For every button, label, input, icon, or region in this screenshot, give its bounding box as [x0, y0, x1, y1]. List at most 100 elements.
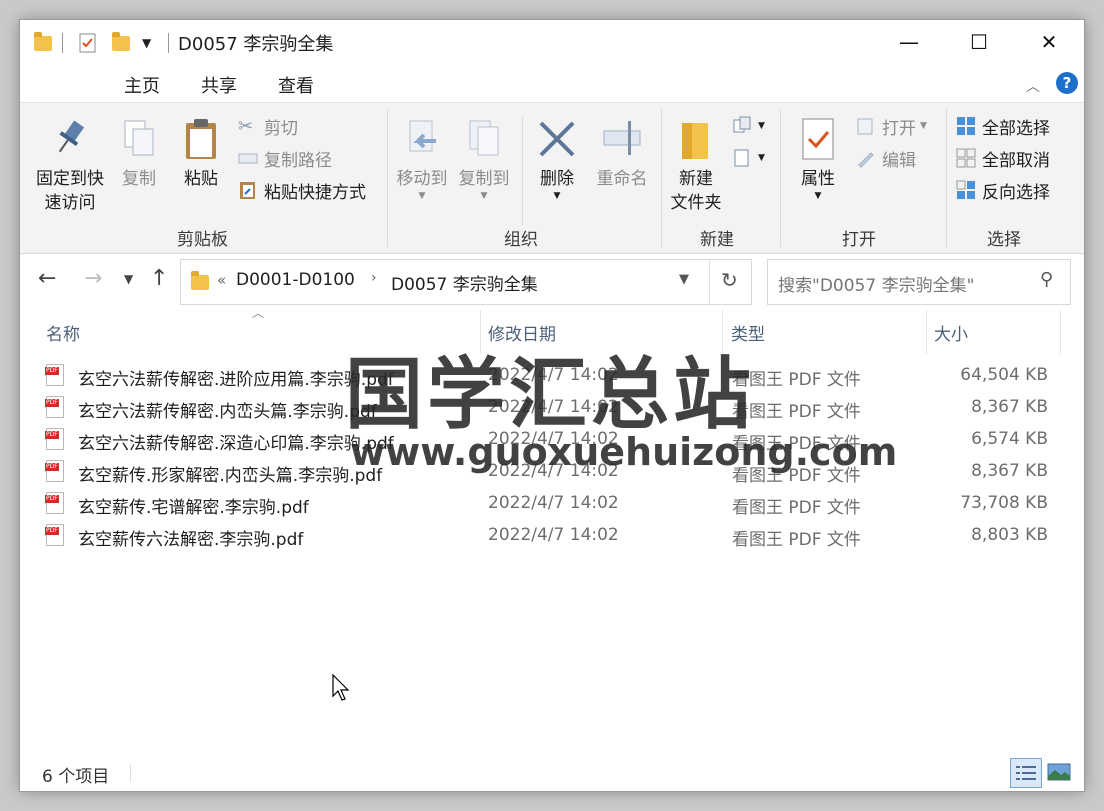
divider: [946, 109, 947, 247]
new-item-button[interactable]: ▼: [732, 113, 765, 139]
copy-button[interactable]: 复制: [114, 117, 164, 191]
new-folder-icon: [676, 117, 716, 163]
breadcrumb-item-current[interactable]: D0057 李宗驹全集: [391, 270, 538, 295]
pdf-file-icon: [45, 364, 64, 386]
back-arrow-icon[interactable]: ←: [38, 266, 56, 291]
tab-home[interactable]: 主页: [124, 72, 160, 98]
move-to-icon: [402, 117, 442, 163]
open-icon: [856, 116, 876, 136]
forward-arrow-icon[interactable]: →: [84, 266, 102, 291]
new-folder-quick-icon[interactable]: [112, 31, 130, 54]
divider: [522, 117, 523, 225]
breadcrumb-chevron-icon: ›: [371, 270, 377, 286]
large-icons-view-icon[interactable]: [1044, 758, 1074, 786]
copy-path-label: 复制路径: [264, 150, 332, 171]
move-to-button[interactable]: 移动到 ▼: [394, 117, 450, 201]
paste-shortcut-label: 粘贴快捷方式: [264, 182, 366, 203]
properties-button[interactable]: 属性 ▼: [790, 117, 846, 201]
file-date: 2022/4/7 14:02: [488, 493, 619, 513]
search-icon[interactable]: ⚲: [1040, 269, 1053, 290]
file-name: 玄空薪传.宅谱解密.李宗驹.pdf: [78, 498, 309, 518]
easy-access-button[interactable]: ▼: [732, 145, 765, 171]
rename-button[interactable]: 重命名: [590, 117, 654, 191]
dropdown-chevron-icon: ▼: [553, 191, 561, 201]
paste-shortcut-button[interactable]: 粘贴快捷方式: [238, 177, 366, 203]
file-size: 73,708 KB: [960, 493, 1048, 513]
column-header-name[interactable]: 名称: [46, 320, 80, 345]
file-name: 玄空薪传.形家解密.内峦头篇.李宗驹.pdf: [78, 466, 383, 486]
explorer-window: ▼ D0057 李宗驹全集 — ☐ ✕ 主页 共享 查看 ︿ ? 固定到快 速访…: [20, 20, 1084, 791]
ribbon-tabs: 主页 共享 查看 ︿ ?: [20, 64, 1084, 102]
dropdown-chevron-icon: ▼: [758, 121, 765, 131]
divider[interactable]: [1060, 310, 1061, 354]
delete-button[interactable]: 删除 ▼: [532, 117, 582, 201]
paste-label: 粘贴: [184, 169, 218, 189]
copy-path-button[interactable]: 复制路径: [238, 145, 332, 171]
address-history-chevron-icon[interactable]: ▼: [679, 272, 689, 287]
breadcrumb-overflow[interactable]: «: [217, 271, 226, 289]
tab-share[interactable]: 共享: [201, 72, 237, 98]
close-button[interactable]: ✕: [1014, 20, 1084, 64]
edit-button[interactable]: 编辑: [856, 145, 916, 171]
address-folder-icon: [191, 271, 209, 290]
select-none-icon: [956, 148, 976, 168]
file-date: 2022/4/7 14:02: [488, 525, 619, 545]
breadcrumb-item-parent[interactable]: D0001-D0100: [236, 270, 355, 290]
search-box[interactable]: 搜索"D0057 李宗驹全集" ⚲: [767, 259, 1071, 305]
easy-access-icon: [732, 148, 752, 168]
delete-x-icon: [537, 117, 577, 163]
refresh-icon[interactable]: ↻: [721, 268, 738, 292]
rename-label: 重命名: [596, 169, 648, 189]
divider: [168, 33, 169, 53]
cut-button[interactable]: ✂ 剪切: [238, 113, 298, 139]
navigation-bar: ← → ▼ ↑ « D0001-D0100 › D0057 李宗驹全集 ▼ ↻ …: [20, 254, 1084, 308]
pin-quick-access-button[interactable]: 固定到快 速访问: [30, 117, 110, 215]
properties-icon: [798, 117, 838, 163]
select-none-label: 全部取消: [982, 150, 1050, 171]
address-bar[interactable]: « D0001-D0100 › D0057 李宗驹全集 ▼ ↻: [180, 259, 752, 305]
maximize-button[interactable]: ☐: [944, 20, 1014, 64]
divider[interactable]: [926, 310, 927, 354]
file-row[interactable]: 玄空薪传六法解密.李宗驹.pdf 2022/4/7 14:02 看图王 PDF …: [42, 520, 1062, 552]
select-all-button[interactable]: 全部选择: [956, 113, 1050, 139]
file-size: 8,367 KB: [971, 461, 1048, 481]
open-label: 打开: [882, 118, 916, 139]
copy-icon: [119, 117, 159, 163]
file-size: 8,367 KB: [971, 397, 1048, 417]
paste-button[interactable]: 粘贴: [176, 117, 226, 191]
properties-quick-icon[interactable]: [78, 32, 98, 54]
organize-group-label: 组织: [504, 230, 538, 250]
open-button[interactable]: 打开 ▼: [856, 113, 927, 139]
tab-view[interactable]: 查看: [278, 72, 314, 98]
search-input[interactable]: 搜索"D0057 李宗驹全集": [778, 271, 974, 296]
file-row[interactable]: 玄空薪传.宅谱解密.李宗驹.pdf 2022/4/7 14:02 看图王 PDF…: [42, 488, 1062, 520]
new-folder-button[interactable]: 新建 文件夹: [666, 117, 726, 215]
copy-to-button[interactable]: 复制到 ▼: [456, 117, 512, 201]
file-type: 看图王 PDF 文件: [732, 498, 861, 518]
divider: [661, 109, 662, 247]
details-view-icon[interactable]: [1010, 758, 1042, 788]
select-all-icon: [956, 116, 976, 136]
dropdown-chevron-icon: ▼: [418, 191, 426, 201]
new-folder-label-1: 新建: [679, 169, 713, 189]
invert-selection-button[interactable]: 反向选择: [956, 177, 1050, 203]
file-name: 玄空薪传六法解密.李宗驹.pdf: [78, 530, 304, 550]
divider: [387, 109, 388, 247]
dropdown-chevron-icon: ▼: [814, 191, 822, 201]
customize-quick-access-chevron-icon[interactable]: ▼: [142, 32, 151, 54]
file-size: 64,504 KB: [960, 365, 1048, 385]
collapse-ribbon-chevron-icon[interactable]: ︿: [1026, 76, 1040, 96]
invert-selection-label: 反向选择: [982, 182, 1050, 203]
copy-label: 复制: [122, 169, 156, 189]
help-icon[interactable]: ?: [1056, 72, 1078, 94]
edit-label: 编辑: [882, 150, 916, 171]
select-none-button[interactable]: 全部取消: [956, 145, 1050, 171]
open-group-label: 打开: [842, 230, 876, 250]
paste-icon: [181, 117, 221, 163]
up-arrow-icon[interactable]: ↑: [150, 266, 168, 291]
file-name: 玄空六法薪传解密.内峦头篇.李宗驹.pdf: [78, 402, 377, 422]
column-header-size[interactable]: 大小: [934, 320, 968, 345]
recent-locations-chevron-icon[interactable]: ▼: [124, 272, 133, 286]
select-group-label: 选择: [987, 230, 1021, 250]
minimize-button[interactable]: —: [874, 20, 944, 64]
